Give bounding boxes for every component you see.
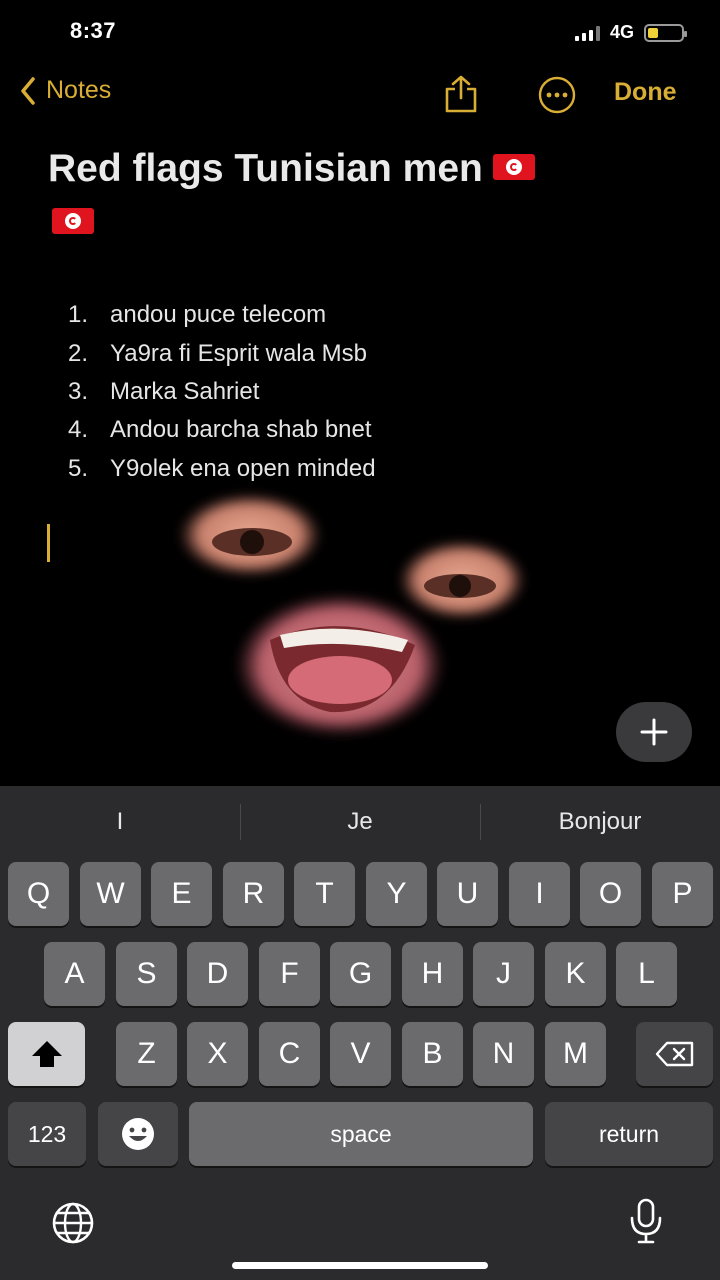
face-overlay-image	[178, 493, 526, 737]
suggestion[interactable]: Bonjour	[480, 786, 720, 858]
key-b[interactable]: B	[402, 1022, 463, 1086]
list-item: 4. Andou barcha shab bnet	[68, 416, 372, 444]
key-e[interactable]: E	[151, 862, 212, 926]
key-v[interactable]: V	[330, 1022, 391, 1086]
list-item: 3. Marka Sahriet	[68, 377, 260, 405]
key-l[interactable]: L	[616, 942, 677, 1006]
add-button[interactable]	[616, 702, 692, 762]
tunisia-flag-icon	[52, 208, 94, 234]
key-c[interactable]: C	[259, 1022, 320, 1086]
list-item: 1. andou puce telecom	[68, 301, 327, 329]
predictive-bar: I Je Bonjour	[0, 786, 720, 858]
emoji-icon	[122, 1118, 154, 1150]
key-p[interactable]: P	[652, 862, 713, 926]
return-key[interactable]: return	[545, 1102, 713, 1166]
key-x[interactable]: X	[187, 1022, 248, 1086]
more-options-icon[interactable]	[538, 76, 576, 114]
globe-icon[interactable]	[50, 1200, 96, 1246]
plus-icon	[640, 718, 668, 746]
suggestion[interactable]: I	[0, 786, 240, 858]
shift-key[interactable]	[8, 1022, 85, 1086]
key-y[interactable]: Y	[366, 862, 427, 926]
backspace-key[interactable]	[636, 1022, 713, 1086]
key-t[interactable]: T	[294, 862, 355, 926]
chevron-left-icon	[21, 76, 35, 105]
tunisia-flag-icon	[492, 153, 535, 180]
status-time: 8:37	[70, 18, 117, 43]
cellular-signal-icon	[574, 25, 600, 41]
key-f[interactable]: F	[259, 942, 320, 1006]
key-w[interactable]: W	[80, 862, 141, 926]
note-title-text: Red flags Tunisian men	[48, 147, 483, 190]
battery-icon	[644, 23, 687, 42]
backspace-icon	[655, 1041, 693, 1067]
key-i[interactable]: I	[509, 862, 570, 926]
done-button[interactable]: Done	[614, 78, 677, 107]
key-u[interactable]: U	[437, 862, 498, 926]
key-o[interactable]: O	[580, 862, 641, 926]
key-a[interactable]: A	[44, 942, 105, 1006]
key-s[interactable]: S	[116, 942, 177, 1006]
share-icon[interactable]	[442, 74, 480, 114]
back-button[interactable]: Notes	[20, 76, 111, 105]
key-h[interactable]: H	[402, 942, 463, 1006]
key-g[interactable]: G	[330, 942, 391, 1006]
list-item: 2. Ya9ra fi Esprit wala Msb	[68, 339, 367, 367]
back-label: Notes	[46, 76, 112, 104]
home-indicator[interactable]	[232, 1262, 488, 1269]
space-key[interactable]: space	[189, 1102, 533, 1166]
note-list[interactable]: 1. andou puce telecom 2. Ya9ra fi Esprit w…	[68, 296, 376, 488]
numbers-key[interactable]: 123	[8, 1102, 86, 1166]
microphone-icon[interactable]	[628, 1198, 664, 1244]
network-type: 4G	[609, 22, 634, 42]
key-d[interactable]: D	[187, 942, 248, 1006]
text-cursor	[47, 524, 50, 562]
suggestion[interactable]: Je	[240, 786, 480, 858]
status-indicators: 4G	[574, 22, 687, 43]
key-r[interactable]: R	[223, 862, 284, 926]
shift-arrow-icon	[31, 1041, 62, 1067]
key-z[interactable]: Z	[116, 1022, 177, 1086]
emoji-key[interactable]	[98, 1102, 178, 1166]
note-title[interactable]: Red flags Tunisian men	[48, 140, 688, 198]
key-j[interactable]: J	[473, 942, 534, 1006]
key-m[interactable]: M	[545, 1022, 606, 1086]
key-n[interactable]: N	[473, 1022, 534, 1086]
keyboard: I Je Bonjour Q W E R T Y U I O P A S D F…	[0, 786, 720, 1280]
key-q[interactable]: Q	[8, 862, 69, 926]
key-k[interactable]: K	[545, 942, 606, 1006]
